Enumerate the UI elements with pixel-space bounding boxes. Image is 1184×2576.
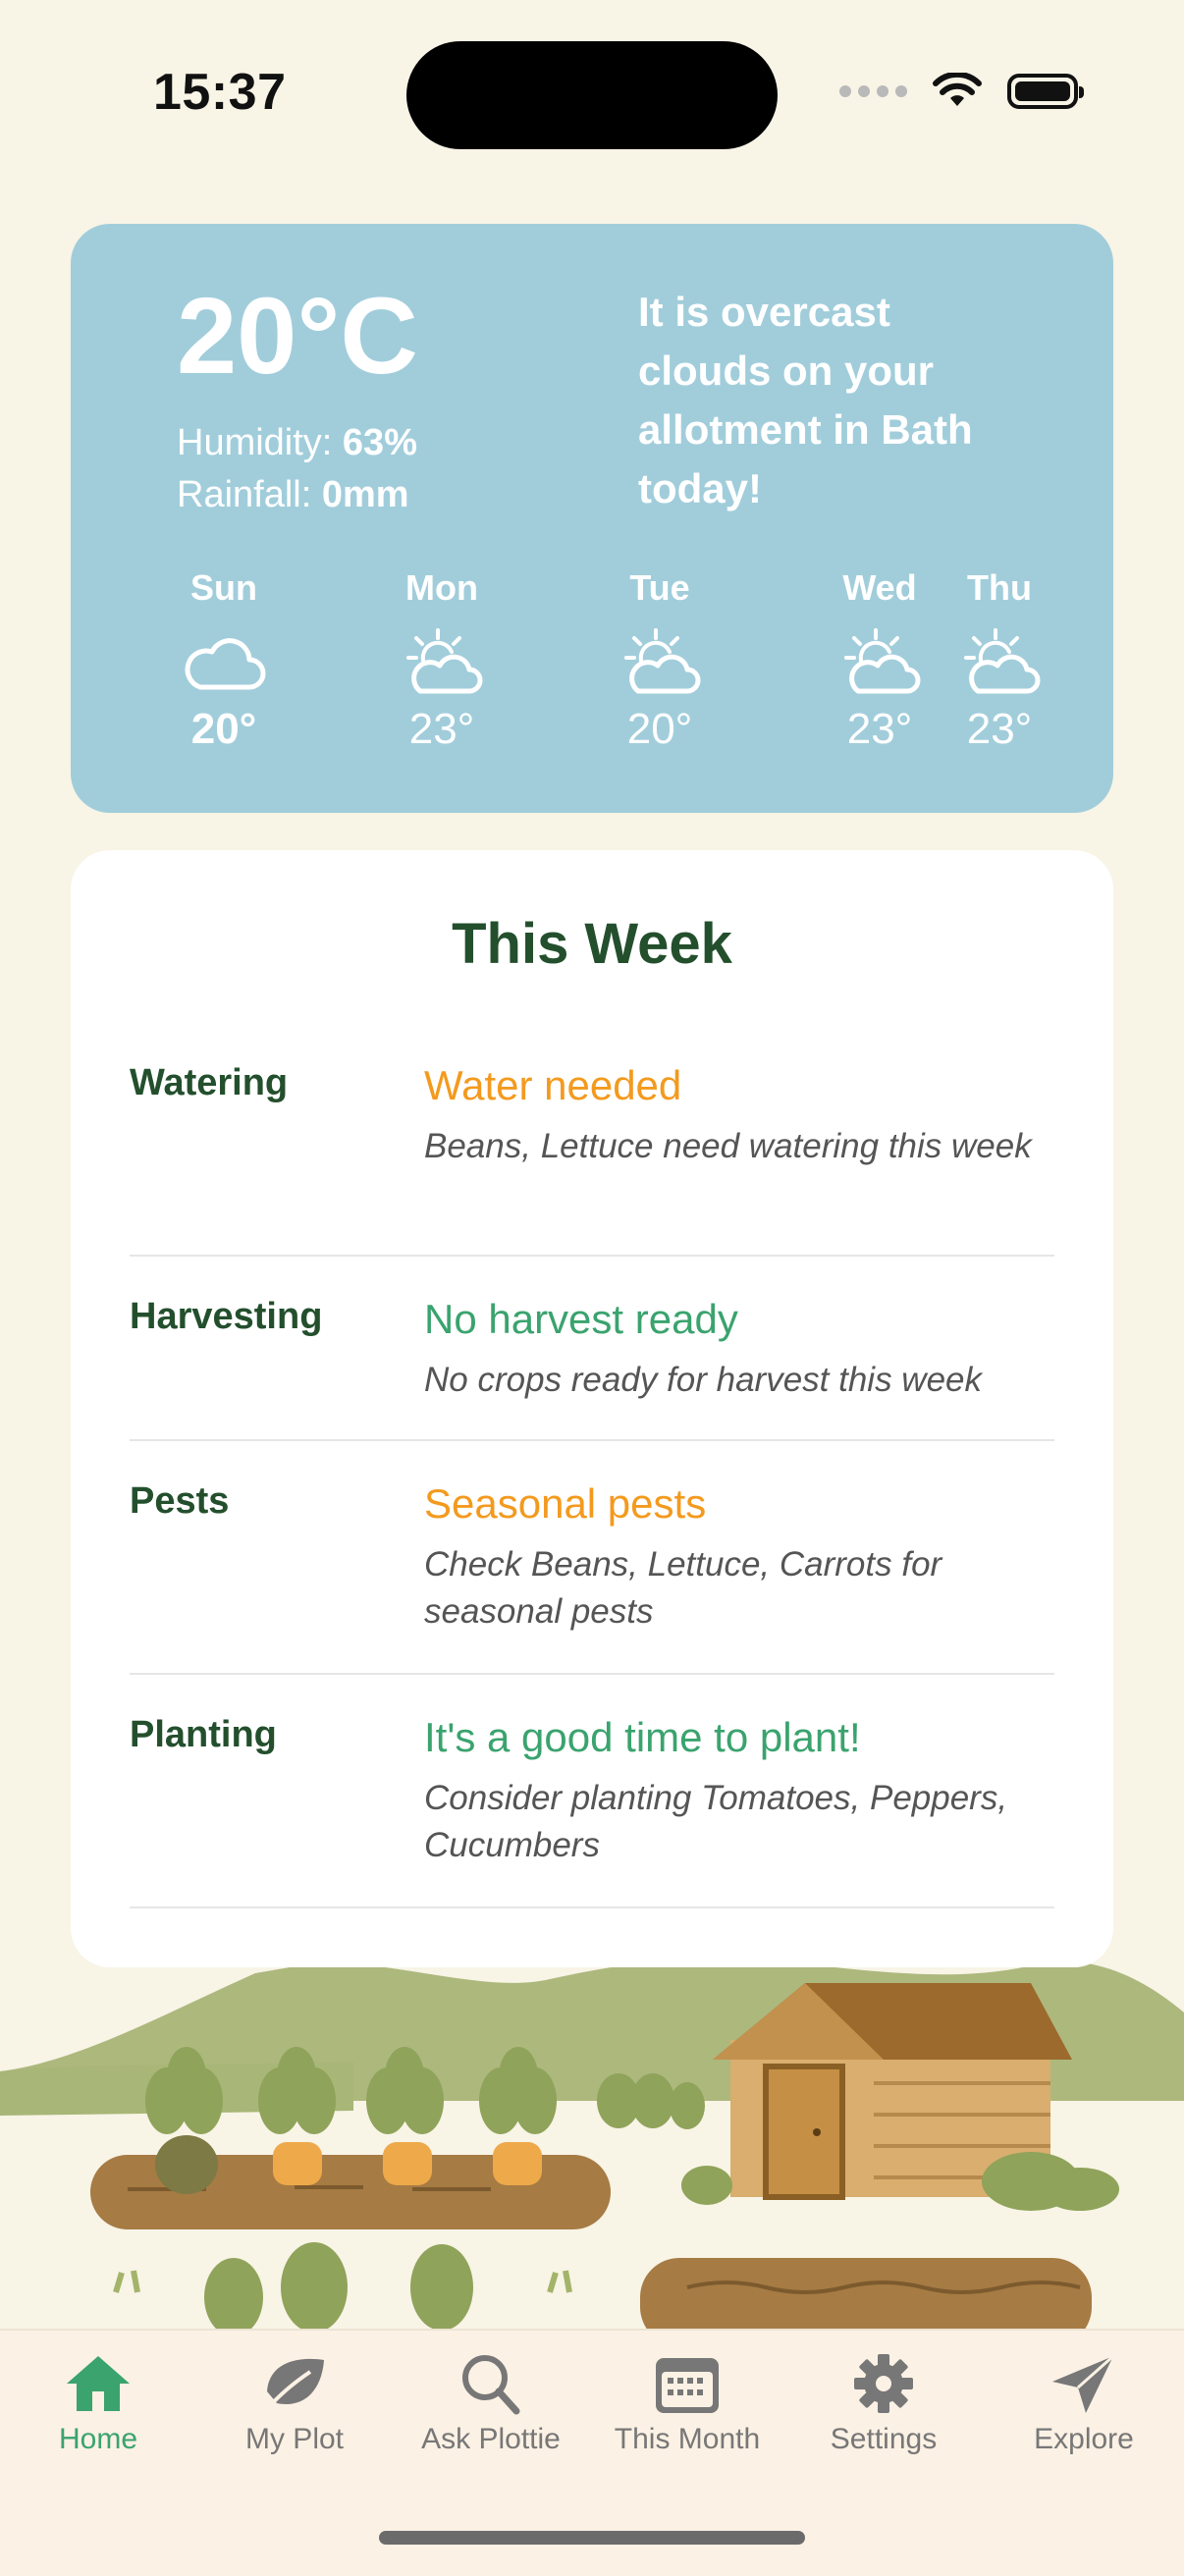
- cellular-signal-icon: [839, 85, 907, 97]
- paper-plane-icon: [1052, 2354, 1114, 2413]
- battery-icon: [1007, 74, 1084, 109]
- task-status: No harvest ready: [424, 1296, 738, 1342]
- task-detail: No crops ready for harvest this week: [424, 1361, 983, 1399]
- task-status: Seasonal pests: [424, 1480, 707, 1527]
- task-label: Planting: [130, 1714, 277, 1755]
- partly-sunny-icon: [964, 628, 1041, 694]
- allotment-illustration: [0, 1958, 1184, 2332]
- task-status: It's a good time to plant!: [424, 1714, 861, 1760]
- forecast-day: Sun 20°: [145, 567, 302, 754]
- task-row-harvesting[interactable]: Harvesting No harvest ready No crops rea…: [130, 1296, 1054, 1441]
- task-row-pests[interactable]: Pests Seasonal pests Check Beans, Lettuc…: [130, 1480, 1054, 1675]
- tab-my-plot[interactable]: My Plot: [196, 2352, 393, 2456]
- task-detail: Check Beans, Lettuce, Carrots for season…: [424, 1545, 942, 1631]
- weather-summary: It is overcast clouds on your allotment …: [638, 289, 973, 511]
- search-icon: [462, 2355, 520, 2415]
- calendar-icon: [656, 2358, 719, 2413]
- rainfall: Rainfall: 0mm: [177, 474, 409, 515]
- forecast-day: Mon 23°: [363, 567, 520, 754]
- wifi-icon: [933, 73, 982, 106]
- cloud-icon: [185, 638, 266, 690]
- dynamic-island: [406, 41, 778, 149]
- tab-explore[interactable]: Explore: [986, 2352, 1182, 2456]
- task-detail: Beans, Lettuce need watering this week: [424, 1127, 1032, 1165]
- tab-home[interactable]: Home: [0, 2352, 196, 2456]
- tab-this-month[interactable]: This Month: [589, 2352, 785, 2456]
- partly-sunny-icon: [406, 628, 483, 694]
- forecast-day: Tue 20°: [581, 567, 738, 754]
- status-time: 15:37: [153, 64, 287, 121]
- current-temperature: 20°C: [177, 276, 418, 397]
- partly-sunny-icon: [624, 628, 701, 694]
- leaf-icon: [263, 2358, 324, 2413]
- partly-sunny-icon: [844, 628, 921, 694]
- tab-ask-plottie[interactable]: Ask Plottie: [393, 2352, 589, 2456]
- task-detail: Consider planting Tomatoes, Peppers, Cuc…: [424, 1779, 1008, 1864]
- tab-settings[interactable]: Settings: [785, 2352, 982, 2456]
- humidity: Humidity: 63%: [177, 422, 417, 463]
- task-label: Harvesting: [130, 1296, 323, 1337]
- task-label: Watering: [130, 1062, 289, 1103]
- this-week-title: This Week: [452, 912, 732, 976]
- task-row-watering[interactable]: Watering Water needed Beans, Lettuce nee…: [130, 1062, 1054, 1257]
- task-status: Water needed: [424, 1062, 682, 1108]
- task-label: Pests: [130, 1480, 230, 1522]
- home-icon: [67, 2356, 130, 2411]
- status-icons: [839, 73, 1084, 110]
- task-row-planting[interactable]: Planting It's a good time to plant! Cons…: [130, 1714, 1054, 1908]
- home-indicator[interactable]: [379, 2531, 805, 2545]
- weather-card: 20°C Humidity: 63% Rainfall: 0mm It is o…: [71, 224, 1113, 813]
- gear-icon: [854, 2354, 913, 2413]
- forecast-day: Thu 23°: [921, 567, 1078, 754]
- this-week-card: This Week Watering Water needed Beans, L…: [71, 850, 1113, 1967]
